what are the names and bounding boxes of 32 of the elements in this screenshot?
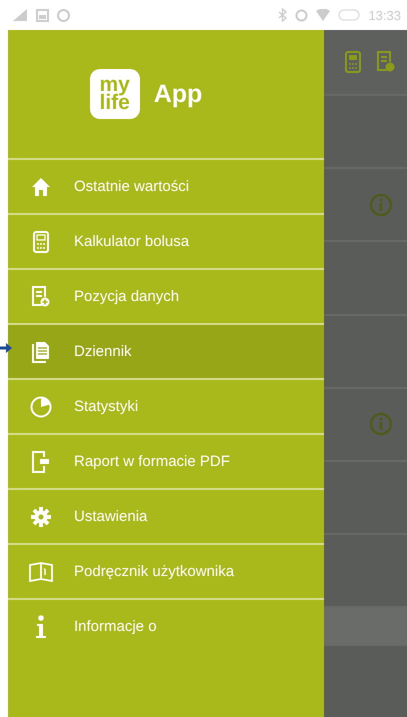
signal-icon	[12, 8, 28, 22]
image-icon	[36, 8, 49, 22]
menu-item[interactable]: Kalkulator bolusa	[8, 213, 324, 268]
app-title: App	[154, 80, 202, 108]
menu-item[interactable]: Ostatnie wartości	[8, 158, 324, 213]
menu-item[interactable]: Informacje o	[8, 598, 324, 653]
add-entry-icon	[32, 286, 50, 308]
calculator-icon	[33, 230, 49, 252]
menu-item[interactable]: Podręcznik użytkownika	[8, 543, 324, 598]
battery-icon	[338, 9, 360, 21]
logo-text: life	[100, 94, 130, 112]
add-entry-icon[interactable]	[377, 51, 395, 73]
alarm-icon	[295, 8, 308, 22]
bluetooth-icon	[278, 8, 288, 22]
wifi-icon	[316, 9, 330, 21]
menu-item[interactable]: Ustawienia	[8, 488, 324, 543]
logo-text: my	[100, 76, 130, 94]
settings-icon	[30, 506, 52, 528]
calculator-icon[interactable]	[345, 51, 361, 73]
menu-item[interactable]: Statystyki	[8, 378, 324, 433]
circle-icon	[57, 8, 70, 22]
document-icon	[32, 340, 50, 362]
info-icon[interactable]	[369, 412, 393, 436]
info-icon[interactable]	[369, 192, 393, 217]
home-icon	[31, 176, 51, 196]
export-icon	[32, 450, 50, 472]
menu-item[interactable]: Raport w formacie PDF	[8, 433, 324, 488]
book-icon	[29, 562, 53, 582]
pie-chart-icon	[30, 396, 52, 418]
info-icon	[35, 614, 47, 638]
pointer-arrow-icon	[0, 343, 12, 353]
menu-item[interactable]: Dziennik	[8, 323, 324, 378]
